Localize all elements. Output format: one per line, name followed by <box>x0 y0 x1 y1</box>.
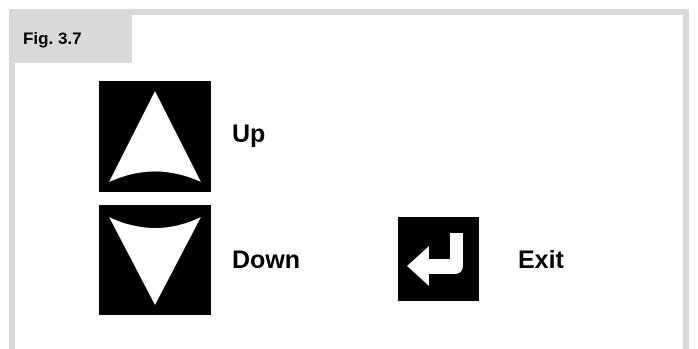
down-key <box>99 205 211 315</box>
down-label: Down <box>232 246 301 274</box>
exit-key <box>398 217 479 301</box>
arrow-down-icon <box>109 217 201 305</box>
exit-label: Exit <box>518 246 564 274</box>
figure-label: Fig. 3.7 <box>15 15 132 63</box>
return-arrow-icon <box>407 233 463 286</box>
up-label: Up <box>232 120 266 148</box>
arrow-up-icon <box>109 91 201 182</box>
up-key <box>99 81 211 192</box>
